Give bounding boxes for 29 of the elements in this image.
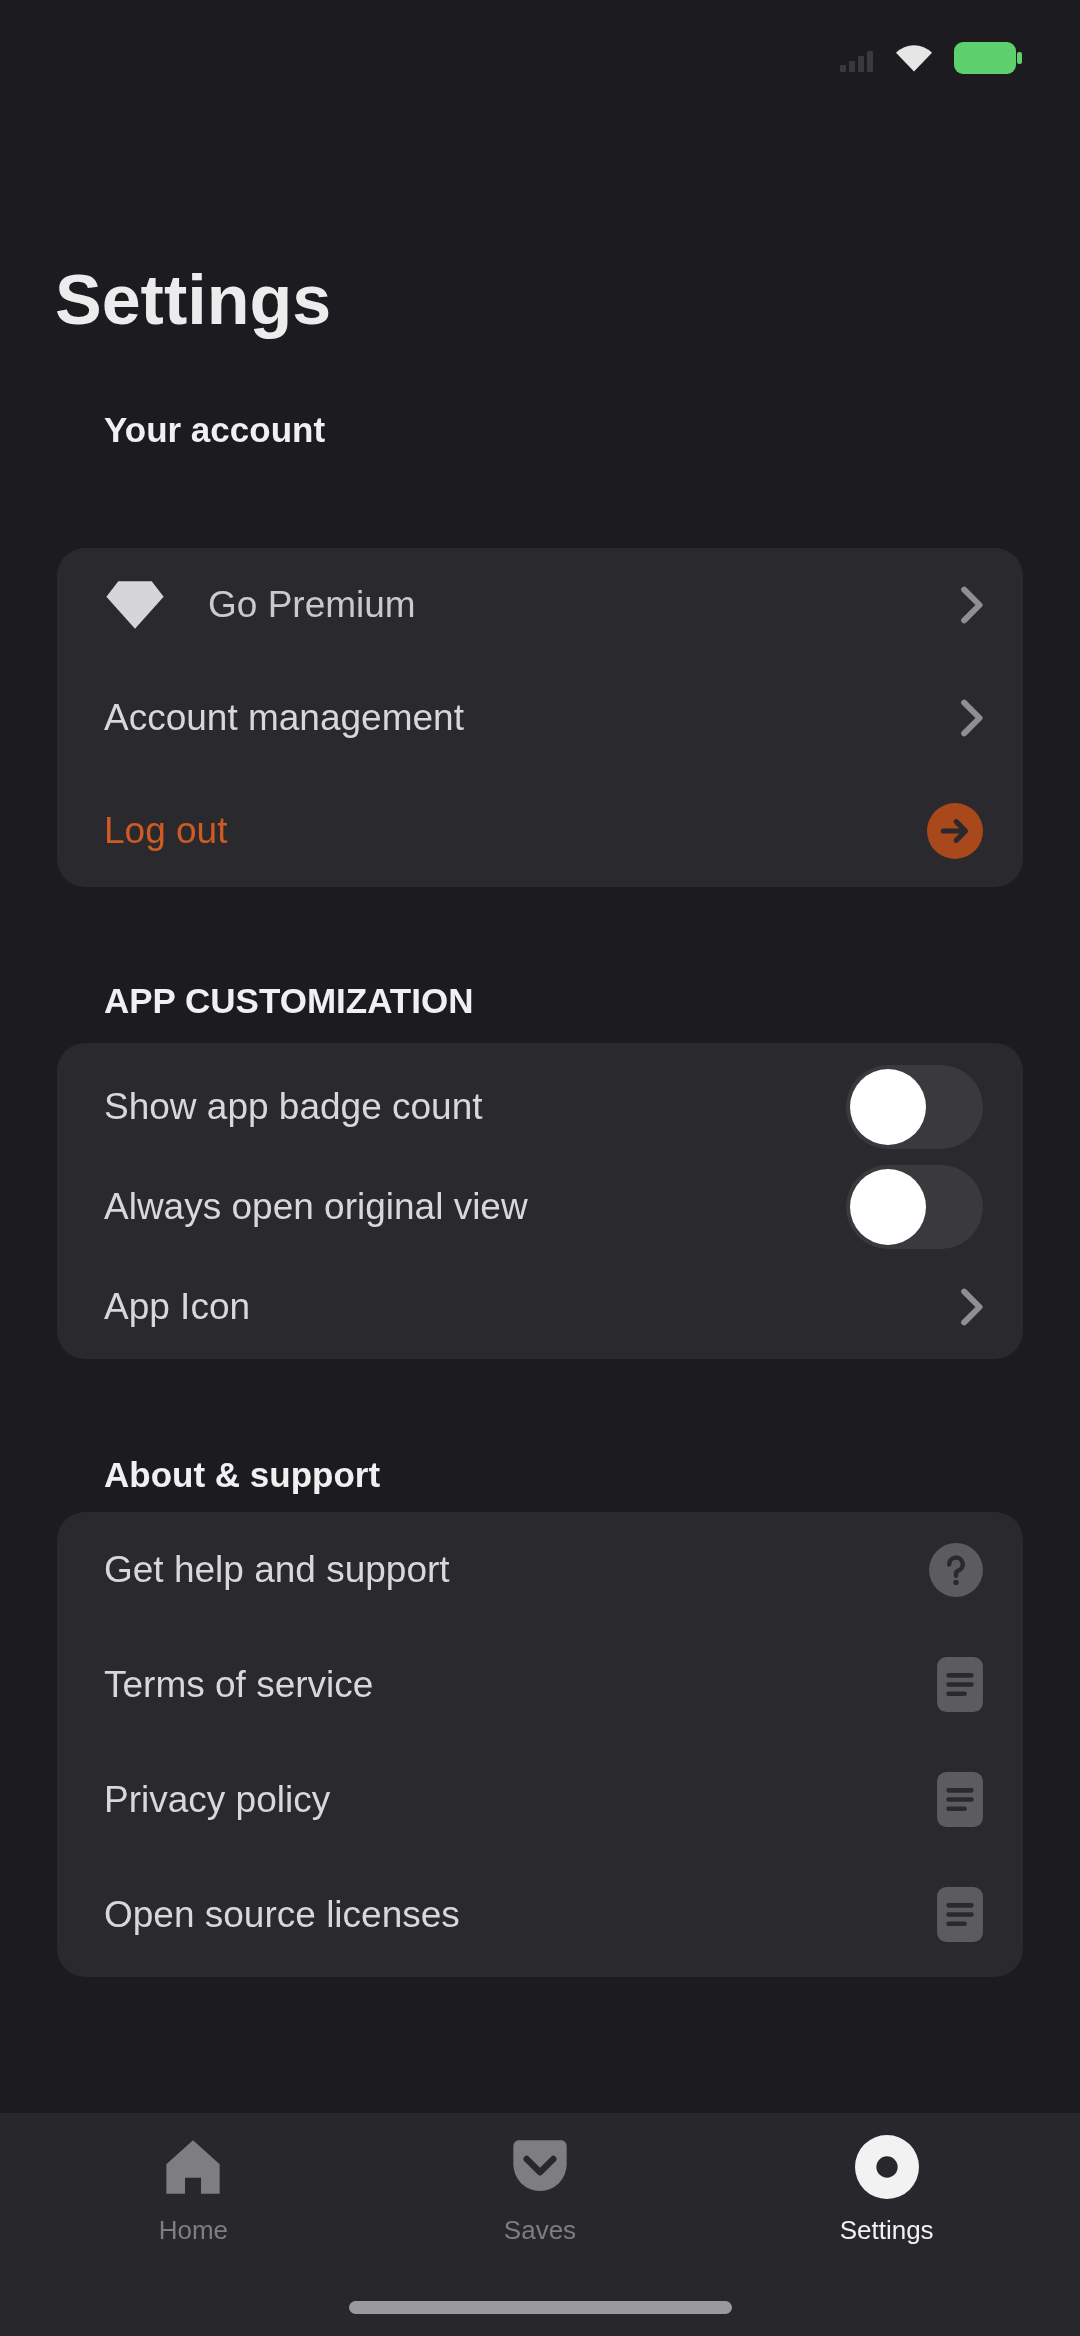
- page-title: Settings: [54, 260, 333, 341]
- battery-icon: [954, 42, 1022, 74]
- settings-row[interactable]: Open source licenses: [57, 1857, 1023, 1972]
- chevron-icon: [959, 696, 983, 739]
- section-header: About & support: [103, 1454, 382, 1496]
- wifi-icon: [896, 44, 932, 72]
- settings-row[interactable]: Get help and support: [57, 1512, 1023, 1627]
- settings-row[interactable]: Terms of service: [57, 1627, 1023, 1742]
- chevron-icon: [959, 583, 983, 626]
- setting-label: Always open original view: [104, 1185, 528, 1230]
- help-icon: [929, 1542, 983, 1597]
- signal-icon: [840, 50, 874, 72]
- settings-row[interactable]: Account management: [57, 661, 1023, 774]
- section-header: Your account: [103, 409, 327, 451]
- chevron-icon: [959, 1286, 983, 1328]
- logout-icon: [927, 802, 983, 859]
- document-icon: [937, 1887, 983, 1942]
- tab-item[interactable]: Settings: [736, 2135, 1037, 2246]
- settings-icon: [854, 2135, 919, 2199]
- document-icon: [937, 1772, 983, 1827]
- settings-row[interactable]: Privacy policy: [57, 1742, 1023, 1857]
- setting-label: Show app badge count: [104, 1085, 483, 1130]
- settings-row[interactable]: Log out: [57, 774, 1023, 887]
- document-icon: [937, 1657, 983, 1712]
- tab-item[interactable]: Home: [43, 2135, 344, 2246]
- tab-item[interactable]: Saves: [390, 2135, 690, 2246]
- settings-row[interactable]: Go Premium: [57, 548, 1023, 661]
- section-header: APP CUSTOMIZATION: [103, 980, 475, 1022]
- settings-row[interactable]: App Icon: [57, 1257, 1023, 1357]
